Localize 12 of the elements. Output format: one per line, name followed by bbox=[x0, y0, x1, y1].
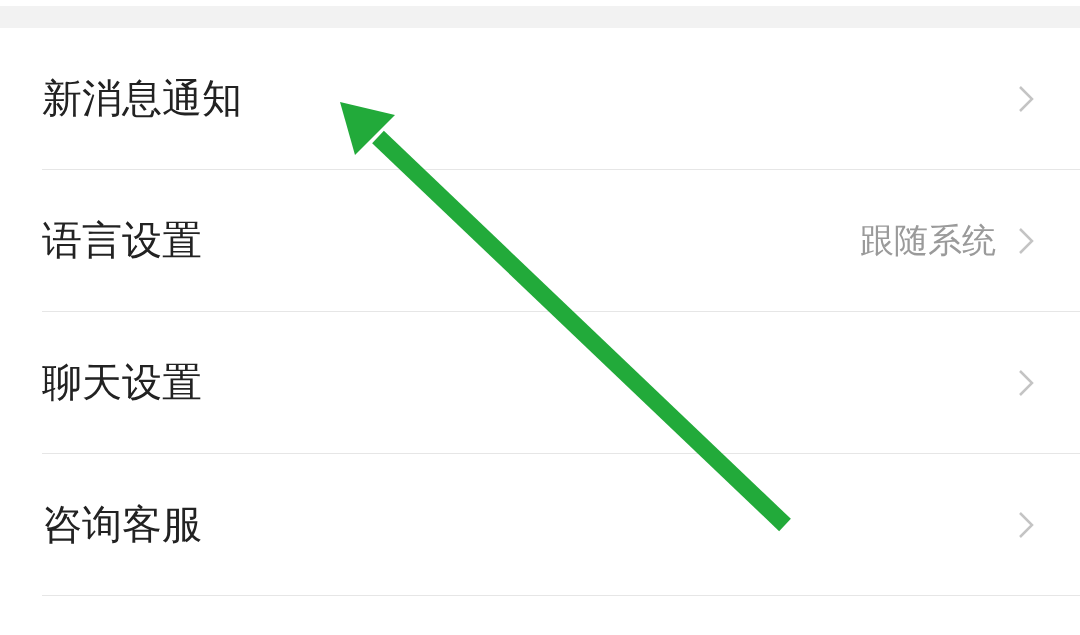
settings-item[interactable]: 聊天设置 bbox=[42, 312, 1080, 454]
chevron-icon bbox=[1018, 510, 1034, 539]
settings-item[interactable]: 语言设置 跟随系统 bbox=[42, 170, 1080, 312]
item-label: 新消息通知 bbox=[42, 74, 242, 123]
chevron-icon bbox=[1018, 84, 1034, 113]
chevron-icon bbox=[1018, 368, 1034, 397]
item-label: 咨询客服 bbox=[42, 500, 202, 549]
item-label: 聊天设置 bbox=[42, 358, 202, 407]
chevron-icon bbox=[1018, 226, 1034, 255]
settings-item[interactable]: 咨询客服 bbox=[42, 454, 1080, 596]
item-value: 跟随系统 bbox=[860, 218, 996, 262]
item-label: 语言设置 bbox=[42, 216, 202, 265]
